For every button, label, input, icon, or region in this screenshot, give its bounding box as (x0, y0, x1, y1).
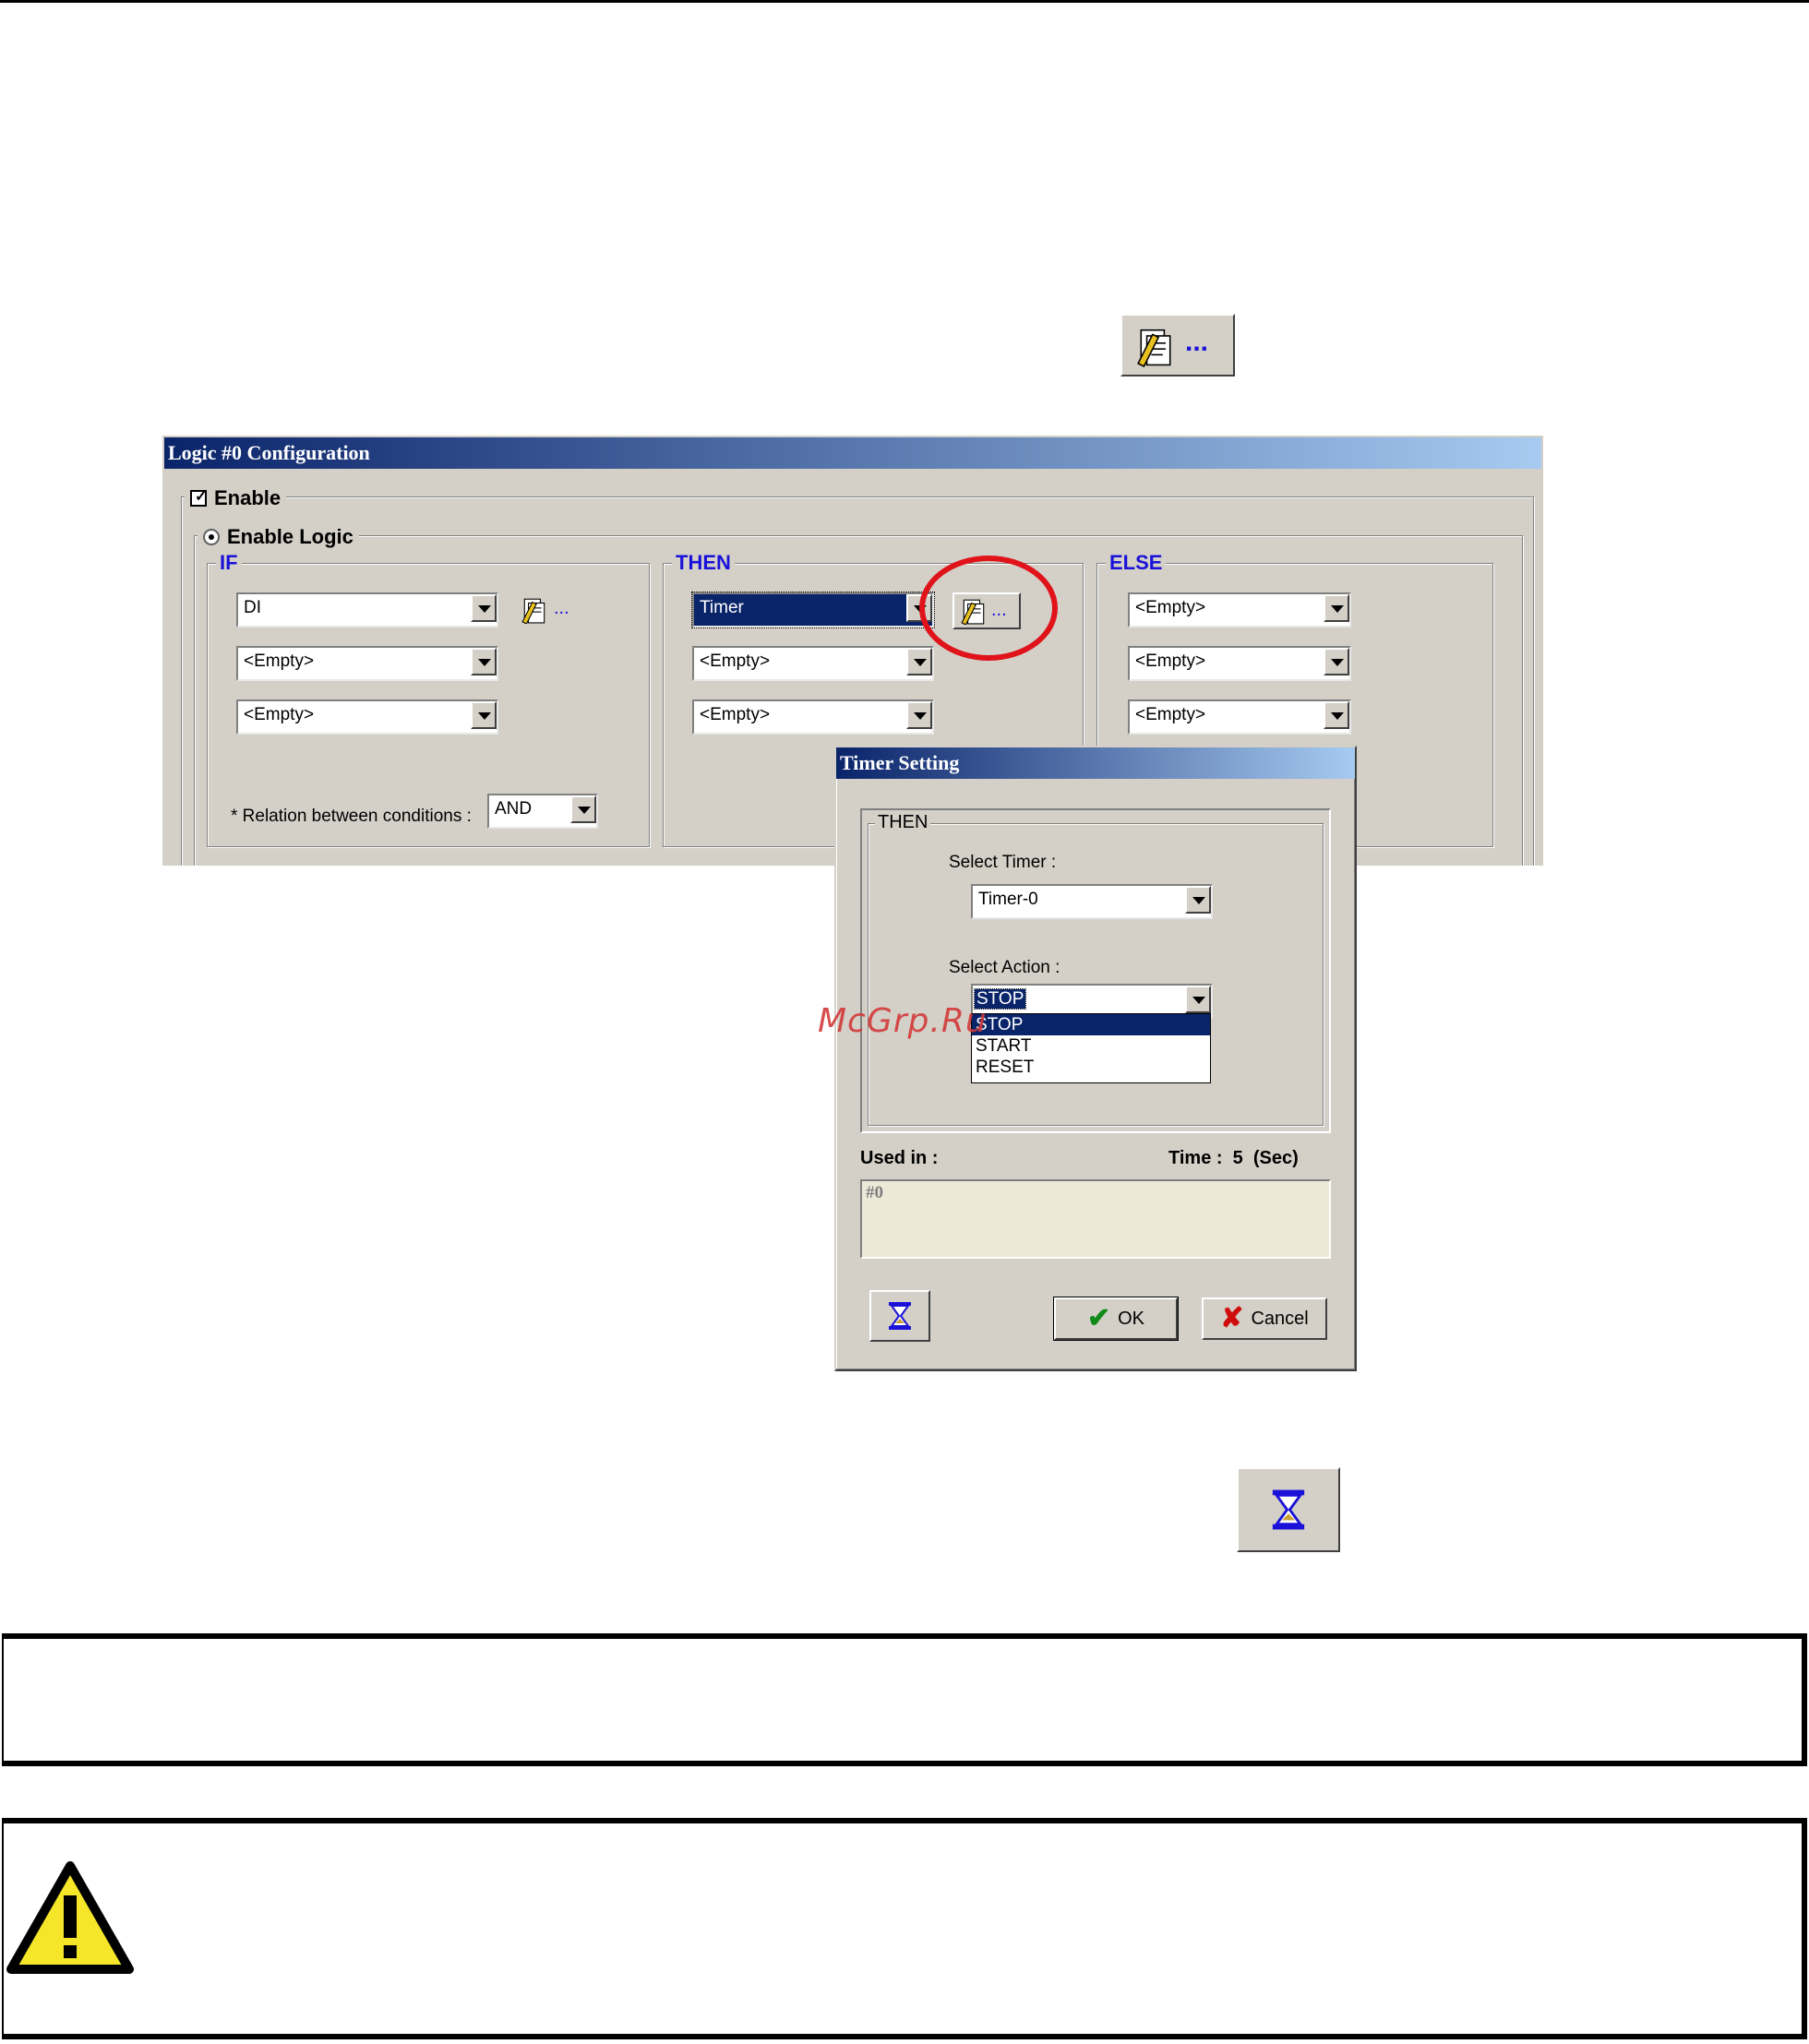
warning-icon (6, 1861, 134, 1974)
chevron-down-icon[interactable] (471, 701, 497, 729)
else-action-combo-1[interactable]: <Empty> (1128, 592, 1351, 628)
used-in-value: #0 (866, 1183, 883, 1202)
action-option-stop[interactable]: STOP (972, 1014, 1210, 1035)
timer-then-group: THEN Select Timer : Timer-0 Select Actio… (860, 808, 1331, 1133)
action-option-reset[interactable]: RESET (972, 1057, 1210, 1078)
else-action-combo-3[interactable]: <Empty> (1128, 699, 1351, 735)
timer-then-legend: THEN (875, 812, 931, 833)
action-dropdown-list: STOP START RESET (971, 1013, 1211, 1083)
then-action-combo-1[interactable]: Timer (691, 592, 935, 628)
edit-dots-text: ... (1185, 327, 1209, 357)
ok-button[interactable]: ✔ OK (1053, 1297, 1179, 1341)
watermark: McGrp.Ru (818, 1002, 988, 1040)
enable-checkbox[interactable]: ✓ (190, 489, 207, 507)
close-icon: ✘ (1220, 1303, 1244, 1333)
document-edit-icon (1137, 329, 1171, 367)
if-legend: IF (216, 552, 242, 574)
edit-dots-text: ... (554, 598, 569, 618)
time-label: Time : 5 (Sec) (1168, 1148, 1299, 1168)
enable-label: Enable (214, 486, 282, 509)
used-in-label: Used in : (860, 1148, 939, 1168)
chevron-down-icon[interactable] (1324, 701, 1349, 729)
then-action-combo-2[interactable]: <Empty> (692, 646, 934, 681)
hourglass-button-sample (1237, 1467, 1340, 1552)
chevron-down-icon[interactable] (1324, 648, 1349, 675)
checkmark-icon: ✔ (1086, 1303, 1111, 1333)
timer-manager-button[interactable] (869, 1290, 930, 1342)
highlight-circle (919, 556, 1058, 661)
chevron-down-icon[interactable] (471, 648, 497, 675)
hourglass-icon (889, 1302, 911, 1330)
chevron-down-icon[interactable] (906, 701, 932, 729)
chevron-down-icon[interactable] (1185, 886, 1211, 914)
note-box (2, 1633, 1807, 1766)
warning-box (2, 1818, 1807, 2039)
chevron-down-icon[interactable] (471, 594, 497, 622)
enable-logic-label: Enable Logic (227, 525, 353, 548)
select-timer-combo[interactable]: Timer-0 (971, 884, 1213, 919)
relation-label: * Relation between conditions : (231, 807, 472, 826)
enable-logic-radio-row[interactable]: Enable Logic (198, 524, 359, 550)
select-action-label: Select Action : (949, 958, 1060, 977)
else-legend: ELSE (1106, 552, 1167, 574)
top-rule (0, 0, 1809, 3)
if-condition-combo-1[interactable]: DI (236, 592, 498, 628)
cancel-button[interactable]: ✘ Cancel (1202, 1297, 1327, 1340)
enable-checkbox-row[interactable]: ✓ Enable (185, 485, 287, 511)
edit-function-button-sample: ... (1120, 314, 1235, 377)
select-timer-label: Select Timer : (949, 853, 1057, 872)
ok-label: OK (1118, 1308, 1145, 1329)
chevron-down-icon[interactable] (570, 795, 596, 823)
relation-combo[interactable]: AND (487, 794, 598, 829)
if-condition-combo-3[interactable]: <Empty> (236, 699, 498, 735)
else-action-combo-2[interactable]: <Empty> (1128, 646, 1351, 681)
timer-dialog-titlebar: Timer Setting (836, 747, 1355, 779)
chevron-down-icon[interactable] (1324, 594, 1349, 622)
timer-setting-dialog: Timer Setting THEN Select Timer : Timer-… (834, 746, 1357, 1371)
chevron-down-icon[interactable] (1185, 986, 1211, 1013)
chevron-down-icon[interactable] (906, 648, 932, 675)
if-edit-button[interactable]: ... (521, 594, 587, 626)
hourglass-icon (1272, 1489, 1305, 1530)
used-in-box: #0 (860, 1179, 1331, 1259)
then-legend: THEN (672, 552, 735, 574)
document-edit-icon (521, 598, 545, 624)
cancel-label: Cancel (1251, 1308, 1309, 1329)
then-action-combo-3[interactable]: <Empty> (692, 699, 934, 735)
logic-window-titlebar: Logic #0 Configuration (164, 437, 1541, 469)
enable-logic-radio[interactable] (203, 529, 220, 545)
if-condition-combo-2[interactable]: <Empty> (236, 646, 498, 681)
action-option-start[interactable]: START (972, 1035, 1210, 1057)
